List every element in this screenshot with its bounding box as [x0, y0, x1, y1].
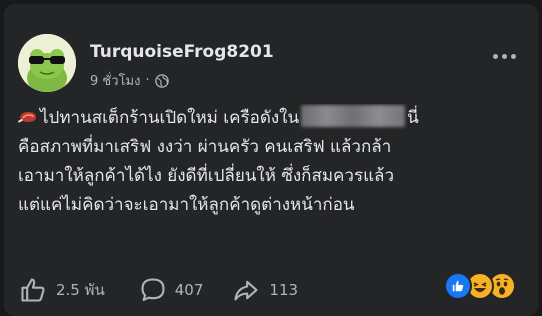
redacted-text: [301, 105, 406, 127]
post-line-4: แต่แค่ไม่คิดว่าจะเอามาให้ลูกค้าดูต่างหน้…: [18, 195, 355, 215]
like-count: 2.5 พัน: [56, 281, 105, 299]
like-button[interactable]: 2.5 พัน: [18, 276, 105, 304]
post-line-2: คือสภาพที่มาเสริฟ งงว่า ผ่านครัว คนเสริฟ…: [18, 137, 392, 157]
post-timestamp[interactable]: 9 ชั่วโมง: [90, 70, 140, 91]
thumbs-up-icon: [21, 278, 45, 302]
share-arrow-icon: [234, 280, 258, 301]
like-reaction-icon: [444, 272, 472, 300]
author-name[interactable]: TurquoiseFrog8201: [90, 42, 274, 62]
post-actions: 2.5 พัน 407 113: [18, 276, 298, 304]
comment-count: 407: [174, 281, 204, 299]
reaction-summary[interactable]: [444, 272, 516, 300]
globe-icon[interactable]: [154, 73, 169, 88]
comment-bubble-icon: [141, 278, 165, 301]
post-body: ไปทานสเต็กร้านเปิดใหม่ เครือดังใน นี่ คือ…: [18, 104, 528, 220]
post-line-1: ไปทานสเต็กร้านเปิดใหม่ เครือดังใน นี่: [18, 104, 528, 133]
post-card: TurquoiseFrog8201 9 ชั่วโมง · ไปทานสเต็ก…: [4, 4, 538, 316]
share-count: 113: [269, 281, 299, 299]
post-meta: 9 ชั่วโมง ·: [90, 70, 169, 91]
frog-avatar-icon: [18, 34, 76, 92]
more-options-button[interactable]: [493, 54, 516, 59]
more-dots-icon: [493, 54, 498, 59]
meta-separator: ·: [145, 73, 150, 88]
post-line-3: เอามาให้ลูกค้าได้ไง ยังดีที่เปลี่ยนให้ ซ…: [18, 166, 395, 186]
meat-icon: [18, 112, 36, 123]
comment-button[interactable]: 407: [139, 276, 204, 304]
share-button[interactable]: 113: [231, 276, 298, 304]
author-avatar[interactable]: [18, 34, 76, 92]
